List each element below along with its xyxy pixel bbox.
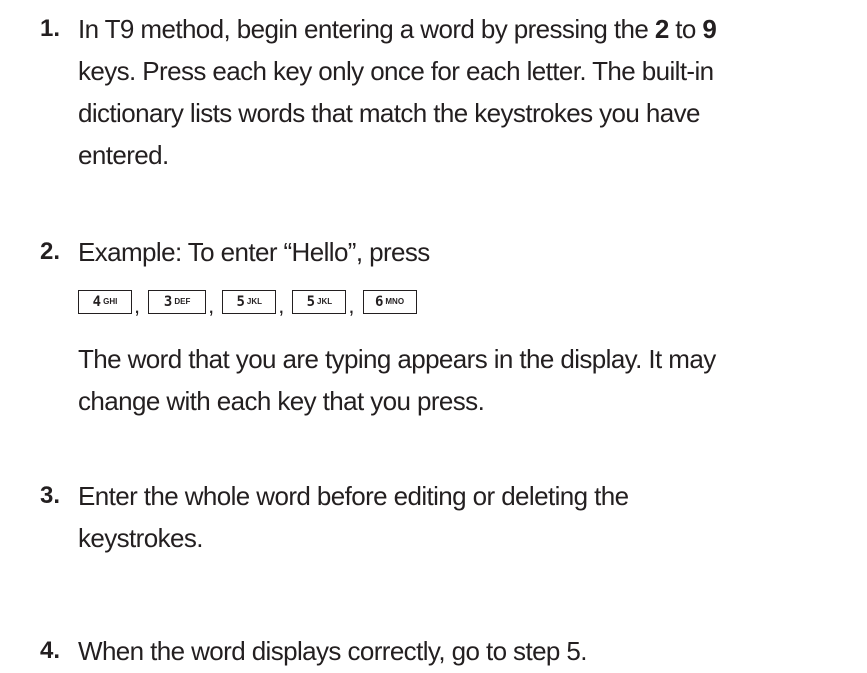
text-line: Example: To enter “Hello”, press: [78, 237, 430, 267]
step-number: 4.: [40, 637, 61, 664]
step-number: 3.: [40, 482, 61, 509]
step-text: In T9 method, begin entering a word by p…: [78, 8, 867, 176]
key-letters: JKL: [317, 297, 333, 306]
text-line: dictionary lists words that match the ke…: [78, 98, 700, 128]
separator: ,: [278, 293, 285, 318]
text-line: When the word displays correctly, go to …: [78, 636, 588, 666]
key-letters: GHI: [103, 297, 118, 306]
key-digit: 3: [163, 294, 173, 310]
key-sequence: 4 GHI , 3 DEF , 5 JKL , 5 JKL , 6 MNO: [78, 290, 417, 322]
key-reference-9: 9: [702, 14, 717, 44]
text-line: change with each key that you press.: [78, 386, 485, 416]
key-reference-2: 2: [654, 14, 669, 44]
key-digit: 5: [236, 294, 245, 310]
step-text: When the word displays correctly, go to …: [78, 630, 867, 672]
key-letters: DEF: [174, 297, 191, 306]
text-line: In T9 method, begin entering a word by p…: [78, 8, 867, 50]
key-letters: JKL: [246, 297, 263, 306]
text-line: Enter the whole word before editing or d…: [78, 481, 629, 511]
text-line: The word that you are typing appears in …: [78, 344, 716, 374]
step-text: The word that you are typing appears in …: [78, 338, 867, 422]
manual-page: 1. In T9 method, begin entering a word b…: [0, 0, 867, 673]
separator: ,: [208, 293, 215, 318]
step-text: Enter the whole word before editing or d…: [78, 475, 867, 559]
text-run: to: [668, 14, 703, 44]
key-digit: 4: [92, 294, 102, 310]
keypad-key-5: 5 JKL: [222, 290, 277, 314]
step-number: 1.: [40, 15, 61, 42]
keypad-key-3: 3 DEF: [148, 290, 207, 314]
step-text: Example: To enter “Hello”, press: [78, 231, 867, 273]
separator: ,: [348, 293, 355, 318]
text-line: keys. Press each key only once for each …: [78, 56, 714, 86]
text-run: In T9 method, begin entering a word by p…: [78, 14, 655, 44]
step-number: 2.: [40, 238, 61, 265]
key-digit: 5: [306, 294, 316, 310]
keypad-key-6: 6 MNO: [362, 290, 417, 314]
separator: ,: [134, 293, 141, 318]
text-line: entered.: [78, 140, 169, 170]
key-digit: 6: [374, 294, 384, 310]
keypad-key-4: 4 GHI: [78, 290, 132, 314]
key-letters: MNO: [385, 297, 405, 306]
text-line: keystrokes.: [78, 523, 203, 553]
keypad-key-5: 5 JKL: [292, 290, 347, 314]
